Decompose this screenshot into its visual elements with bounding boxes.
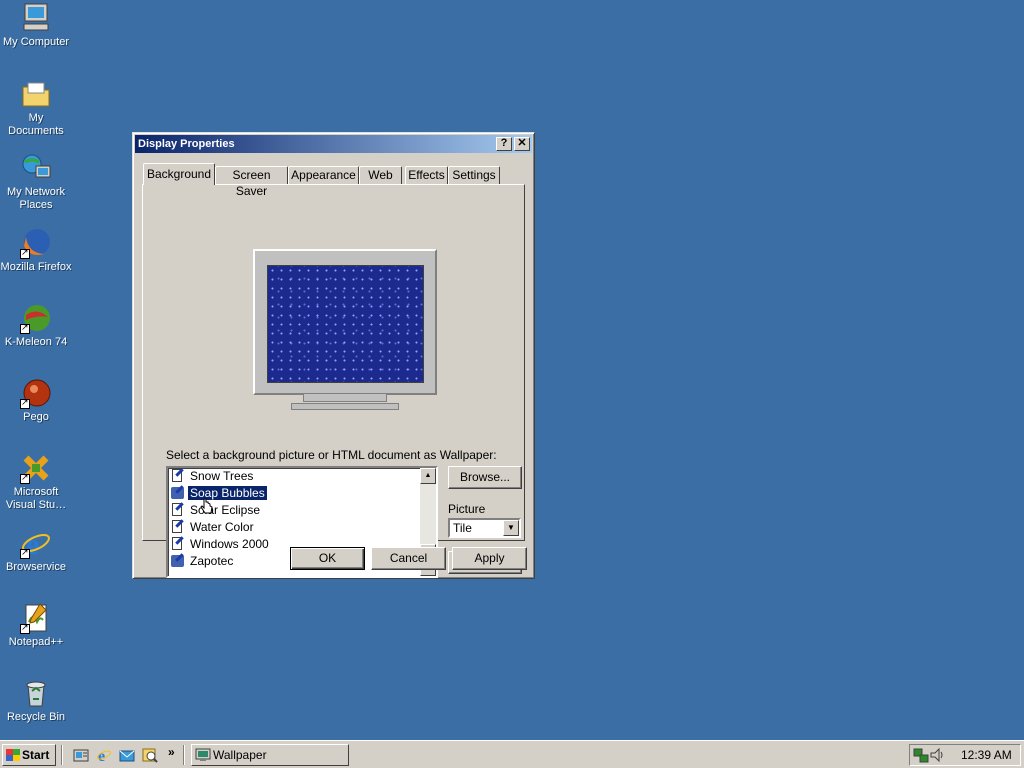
- image-file-icon: [171, 519, 184, 533]
- monitor-base: [291, 403, 399, 410]
- shortcut-arrow-icon: [20, 397, 30, 409]
- tab-appearance[interactable]: Appearance: [288, 166, 359, 184]
- list-item[interactable]: Water Color: [171, 519, 256, 536]
- scroll-up-icon[interactable]: ▲: [420, 468, 436, 484]
- shortcut-arrow-icon: [20, 472, 30, 484]
- help-icon: ?: [500, 137, 508, 149]
- kmeleon-icon: [20, 302, 52, 334]
- network-tray-icon[interactable]: [913, 747, 929, 763]
- image-file-icon: [171, 468, 184, 482]
- desktop-icon-my-computer[interactable]: My Computer: [0, 2, 72, 49]
- notepad-icon: [20, 602, 52, 634]
- tab-effects[interactable]: Effects: [405, 166, 448, 184]
- image-file-icon: [171, 502, 184, 516]
- monitor-stand: [303, 393, 387, 402]
- tab-settings[interactable]: Settings: [448, 166, 500, 184]
- taskbar: Start e » Wallpaper 12:39 AM: [0, 740, 1024, 768]
- show-desktop-icon[interactable]: [73, 747, 89, 763]
- desktop-icon-visual-studio[interactable]: Microsoft Visual Stu…: [0, 452, 72, 512]
- html-file-icon: [171, 485, 184, 499]
- ie-icon: e: [20, 527, 52, 561]
- firefox-icon: [20, 227, 52, 259]
- mouse-cursor-icon: [200, 498, 213, 514]
- start-button[interactable]: Start: [2, 744, 56, 766]
- desktop-icon-pego[interactable]: Pego: [0, 377, 72, 424]
- dialog-title: Display Properties: [138, 138, 235, 150]
- shortcut-arrow-icon: [20, 247, 30, 259]
- close-icon: ✕: [517, 137, 527, 149]
- list-item[interactable]: Solar Eclipse: [171, 502, 262, 519]
- tab-web[interactable]: Web: [359, 166, 402, 184]
- computer-icon: [20, 2, 52, 34]
- close-button[interactable]: ✕: [514, 137, 530, 151]
- ie-quicklaunch-icon[interactable]: e: [96, 747, 112, 763]
- shortcut-arrow-icon: [20, 547, 30, 559]
- background-tab-panel: Select a background picture or HTML docu…: [142, 184, 525, 578]
- display-window-icon: [195, 748, 211, 761]
- browse-button[interactable]: Browse...: [448, 466, 522, 489]
- system-tray: 12:39 AM: [909, 744, 1021, 766]
- monitor-preview: [253, 249, 437, 395]
- tab-background[interactable]: Background: [143, 163, 215, 185]
- desktop-icon-recycle-bin[interactable]: Recycle Bin: [0, 677, 72, 724]
- html-file-icon: [171, 553, 184, 567]
- shortcut-arrow-icon: [20, 322, 30, 334]
- taskbar-button-wallpaper[interactable]: Wallpaper: [191, 744, 349, 766]
- desktop-icon-notepad-plus-plus[interactable]: Notepad++: [0, 602, 72, 649]
- visual-studio-icon: [20, 452, 52, 484]
- display-properties-dialog: Display Properties ? ✕ Background Screen…: [132, 132, 535, 579]
- desktop-icon-mozilla-firefox[interactable]: Mozilla Firefox: [0, 227, 72, 274]
- recycle-bin-icon: [20, 677, 52, 709]
- list-item-selected[interactable]: Soap Bubbles: [171, 485, 268, 502]
- pego-icon: [20, 377, 52, 409]
- svg-text:e: e: [98, 748, 105, 763]
- clock[interactable]: 12:39 AM: [961, 748, 1012, 762]
- wallpaper-caption: Select a background picture or HTML docu…: [166, 448, 497, 462]
- folder-icon: [20, 78, 52, 110]
- desktop-icon-my-documents[interactable]: My Documents: [0, 78, 72, 138]
- explorer-search-icon[interactable]: [142, 747, 158, 763]
- chevron-down-icon[interactable]: ▼: [503, 520, 519, 536]
- outlook-express-icon[interactable]: [119, 747, 135, 763]
- desktop-icon-browservice[interactable]: e Browservice: [0, 527, 72, 574]
- taskbar-separator: [183, 745, 185, 765]
- list-item[interactable]: Windows 2000: [171, 536, 271, 553]
- volume-tray-icon[interactable]: [929, 747, 945, 763]
- dialog-titlebar[interactable]: Display Properties ? ✕: [135, 135, 532, 153]
- taskbar-separator: [61, 745, 63, 765]
- help-button[interactable]: ?: [496, 137, 512, 151]
- tab-screen-saver[interactable]: Screen Saver: [215, 166, 288, 198]
- quicklaunch-more-icon[interactable]: »: [168, 745, 175, 759]
- list-item[interactable]: Snow Trees: [171, 468, 255, 485]
- windows-logo-icon: [6, 749, 20, 761]
- picture-display-select[interactable]: Tile ▼: [448, 518, 521, 538]
- cancel-button[interactable]: Cancel: [371, 547, 446, 570]
- apply-button[interactable]: Apply: [452, 547, 527, 570]
- wallpaper-preview-screen: [267, 265, 424, 383]
- ok-button[interactable]: OK: [290, 547, 365, 570]
- image-file-icon: [171, 536, 184, 550]
- shortcut-arrow-icon: [20, 622, 30, 634]
- list-item[interactable]: Zapotec: [171, 553, 235, 570]
- desktop-icon-my-network-places[interactable]: My Network Places: [0, 152, 72, 212]
- desktop-icon-k-meleon[interactable]: K-Meleon 74: [0, 302, 72, 349]
- network-icon: [20, 152, 52, 184]
